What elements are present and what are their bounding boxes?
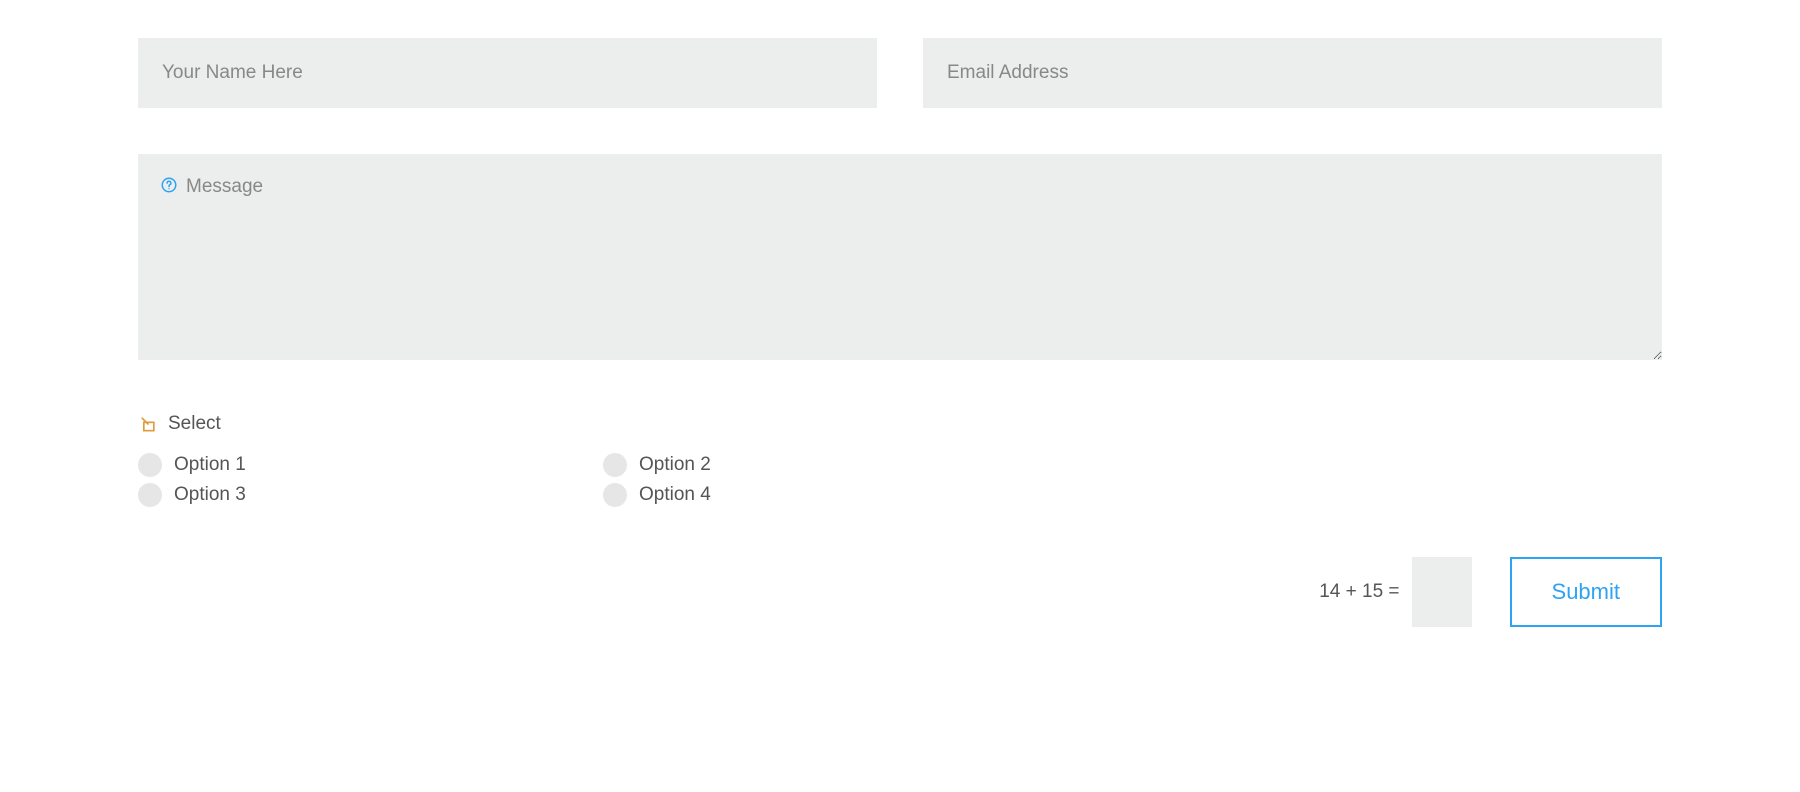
radio-option-1[interactable] <box>138 453 162 477</box>
select-label: Select <box>168 413 221 435</box>
name-col <box>138 38 877 108</box>
radio-item[interactable]: Option 2 <box>603 453 1038 477</box>
expand-arrow-icon <box>138 414 158 434</box>
name-input[interactable] <box>138 38 877 108</box>
radio-grid: Option 1 Option 2 Option 3 Option 4 <box>138 453 1038 507</box>
radio-option-3[interactable] <box>138 483 162 507</box>
select-header: Select <box>138 413 1662 435</box>
message-wrap <box>138 154 1662 365</box>
radio-option-4[interactable] <box>603 483 627 507</box>
radio-item[interactable]: Option 4 <box>603 483 1038 507</box>
message-textarea[interactable] <box>138 154 1662 360</box>
submit-row: 14 + 15 = Submit <box>138 557 1662 627</box>
radio-label: Option 1 <box>174 454 246 476</box>
name-email-row <box>138 38 1662 108</box>
radio-item[interactable]: Option 1 <box>138 453 573 477</box>
contact-form: Select Option 1 Option 2 Option 3 Option… <box>138 38 1662 627</box>
captcha-question: 14 + 15 = <box>1319 581 1399 603</box>
radio-label: Option 2 <box>639 454 711 476</box>
select-section: Select Option 1 Option 2 Option 3 Option… <box>138 413 1662 507</box>
email-input[interactable] <box>923 38 1662 108</box>
email-col <box>923 38 1662 108</box>
radio-option-2[interactable] <box>603 453 627 477</box>
radio-label: Option 3 <box>174 484 246 506</box>
radio-item[interactable]: Option 3 <box>138 483 573 507</box>
radio-label: Option 4 <box>639 484 711 506</box>
submit-button[interactable]: Submit <box>1510 557 1662 627</box>
captcha-input[interactable] <box>1412 557 1472 627</box>
